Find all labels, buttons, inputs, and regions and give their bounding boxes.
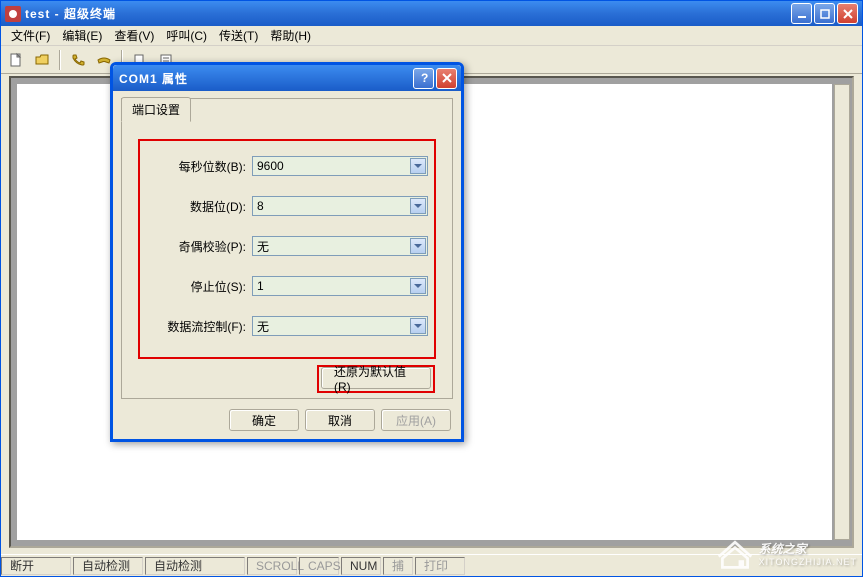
watermark-logo-icon (717, 535, 753, 571)
field-row-parity: 奇偶校验(P): 无 (146, 235, 428, 257)
dropdown-parity-value: 无 (257, 238, 269, 255)
close-button[interactable] (837, 3, 858, 24)
svg-text:?: ? (421, 72, 428, 84)
watermark-text: 系统之家 (759, 542, 807, 556)
menu-view[interactable]: 查看(V) (108, 25, 160, 46)
close-icon (842, 8, 854, 20)
dropdown-stopbits-value: 1 (257, 279, 264, 293)
watermark: 系统之家 XITONGZHIJIA.NET (717, 535, 857, 571)
status-print: 打印 (415, 557, 465, 575)
dropdown-databits-value: 8 (257, 199, 264, 213)
dropdown-databits[interactable]: 8 (252, 196, 428, 216)
field-row-stopbits: 停止位(S): 1 (146, 275, 428, 297)
dialog-title: COM1 属性 (117, 70, 413, 87)
tab-port-settings[interactable]: 端口设置 (121, 97, 191, 122)
chevron-down-icon[interactable] (410, 318, 426, 334)
field-row-baud: 每秒位数(B): 9600 (146, 155, 428, 177)
status-capture: 捕 (383, 557, 413, 575)
menu-edit[interactable]: 编辑(E) (56, 25, 108, 46)
new-file-icon (8, 52, 24, 68)
vertical-scrollbar[interactable] (834, 84, 850, 540)
field-row-flowctrl: 数据流控制(F): 无 (146, 315, 428, 337)
cancel-button[interactable]: 取消 (305, 409, 375, 431)
dropdown-flowctrl[interactable]: 无 (252, 316, 428, 336)
dialog-button-row: 确定 取消 应用(A) (229, 409, 451, 431)
minimize-button[interactable] (791, 3, 812, 24)
label-parity: 奇偶校验(P): (146, 238, 246, 255)
help-icon: ? (418, 72, 430, 84)
field-row-databits: 数据位(D): 8 (146, 195, 428, 217)
menu-transfer[interactable]: 传送(T) (213, 25, 264, 46)
label-databits: 数据位(D): (146, 198, 246, 215)
menu-file[interactable]: 文件(F) (5, 25, 56, 46)
status-num: NUM (341, 557, 381, 575)
dialog-help-button[interactable]: ? (413, 68, 434, 89)
ok-button[interactable]: 确定 (229, 409, 299, 431)
window-controls (791, 3, 858, 24)
toolbar-call-button[interactable] (67, 49, 89, 71)
dropdown-flowctrl-value: 无 (257, 318, 269, 335)
dialog-close-button[interactable] (436, 68, 457, 89)
label-flowctrl: 数据流控制(F): (146, 318, 246, 335)
label-baud: 每秒位数(B): (146, 158, 246, 175)
menu-call[interactable]: 呼叫(C) (160, 25, 213, 46)
phone-icon (70, 52, 86, 68)
chevron-down-icon[interactable] (410, 198, 426, 214)
toolbar-new-button[interactable] (5, 49, 27, 71)
minimize-icon (796, 8, 808, 20)
menu-bar: 文件(F) 编辑(E) 查看(V) 呼叫(C) 传送(T) 帮助(H) (1, 26, 862, 46)
maximize-button[interactable] (814, 3, 835, 24)
toolbar-open-button[interactable] (31, 49, 53, 71)
dropdown-baud[interactable]: 9600 (252, 156, 428, 176)
status-autodetect-2: 自动检测 (145, 557, 245, 575)
main-titlebar[interactable]: test - 超级终端 (1, 1, 862, 26)
main-window-title: test - 超级终端 (25, 5, 791, 22)
status-connection: 断开 (1, 557, 71, 575)
port-settings-panel: 每秒位数(B): 9600 数据位(D): 8 奇偶校验(P): 无 停止位(S… (121, 98, 453, 399)
status-autodetect-1: 自动检测 (73, 557, 143, 575)
dropdown-stopbits[interactable]: 1 (252, 276, 428, 296)
apply-button[interactable]: 应用(A) (381, 409, 451, 431)
menu-help[interactable]: 帮助(H) (264, 25, 317, 46)
com-properties-dialog: COM1 属性 ? 端口设置 每秒位数(B): 9600 数据位(D): 8 (110, 62, 464, 442)
chevron-down-icon[interactable] (410, 238, 426, 254)
close-icon (441, 72, 453, 84)
watermark-subtext: XITONGZHIJIA.NET (759, 557, 857, 567)
dropdown-parity[interactable]: 无 (252, 236, 428, 256)
chevron-down-icon[interactable] (410, 278, 426, 294)
toolbar-separator (59, 50, 61, 70)
label-stopbits: 停止位(S): (146, 278, 246, 295)
maximize-icon (819, 8, 831, 20)
status-scroll: SCROLL (247, 557, 297, 575)
app-icon (5, 6, 21, 22)
chevron-down-icon[interactable] (410, 158, 426, 174)
open-folder-icon (34, 52, 50, 68)
dropdown-baud-value: 9600 (257, 159, 284, 173)
restore-defaults-button[interactable]: 还原为默认值(R) (321, 367, 431, 389)
status-caps: CAPS (299, 557, 339, 575)
dialog-titlebar[interactable]: COM1 属性 ? (113, 65, 461, 91)
